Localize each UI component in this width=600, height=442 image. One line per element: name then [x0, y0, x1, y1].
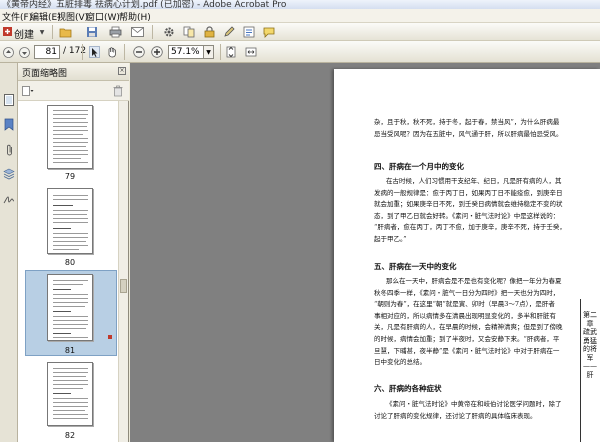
email-icon[interactable]: [130, 25, 144, 39]
menu-file[interactable]: 文件(F): [2, 10, 32, 23]
thumbnail-label: 82: [64, 431, 76, 440]
secure-lock-icon[interactable]: [202, 25, 216, 39]
navigation-toolbar: / 172 ▼: [0, 41, 600, 63]
pdf-page: 杂，且于秋，秋不死，持于冬，起于春，禁当风”，为什么肝病最 忌当受风呢？因为在五…: [334, 69, 600, 442]
review-comment-icon[interactable]: [262, 25, 276, 39]
text-line: 忌当受风呢？因为在五脏中，风气通于肝，所以肝病最怕忌受风。: [374, 129, 563, 138]
text-line: 秋冬四季一样，《素问・脏气一日分为四时》把一天也分为四时，: [374, 288, 560, 297]
forms-icon[interactable]: [242, 25, 256, 39]
thumbnail-page-82[interactable]: [47, 362, 93, 426]
sign-pen-icon[interactable]: [222, 25, 236, 39]
menu-window[interactable]: 窗口(W): [86, 10, 120, 23]
save-icon[interactable]: [85, 25, 99, 39]
text-line: 杂，且于秋，秋不死，持于冬，起于春，禁当风”，为什么肝病最: [374, 118, 560, 126]
menu-help[interactable]: 帮助(H): [119, 10, 151, 23]
thumbnails-pane-title: 页面缩略图: [22, 69, 68, 79]
bookmarks-tab-icon[interactable]: [2, 117, 16, 131]
fit-page-icon[interactable]: [224, 45, 238, 59]
layers-tab-icon[interactable]: [2, 167, 16, 181]
paragraph-section-4: 在古时候，人们习惯用干支纪年、纪日，凡是肝有病的人，其 发病的一般规律是：愈于丙…: [374, 176, 574, 246]
text-line: 起于甲乙。”: [374, 234, 407, 243]
current-view-marker: [108, 335, 112, 339]
paragraph-intro: 杂，且于秋，秋不死，持于冬，起于春，禁当风”，为什么肝病最 忌当受风呢？因为在五…: [374, 117, 574, 140]
zoom-out-icon[interactable]: [132, 45, 146, 59]
toolbar-divider: [124, 44, 125, 60]
open-folder-icon[interactable]: [58, 25, 72, 39]
page-number-input[interactable]: [34, 45, 60, 59]
text-line: 关，凡是有肝病的人，在早晨的时候，会精神清爽；但是到了傍晚: [374, 323, 563, 332]
thumbnail-page-80[interactable]: [47, 188, 93, 254]
fit-width-icon[interactable]: [244, 45, 258, 59]
thumbnails-pane-header: 页面缩略图 ×: [18, 63, 129, 81]
print-icon[interactable]: [108, 25, 122, 39]
thumbnails-options-bar: [18, 81, 129, 101]
title-bar: 《黄帝内经》五脏排毒 祛病心计划.pdf (已加密) - Adobe Acrob…: [0, 0, 600, 9]
text-line: 旦慧，下晡甚，夜半静”是《素问・脏气法时论》中对于肝病在一: [374, 346, 560, 355]
chapter-side-header: 第二章 疏武勇猛的将军——肝: [583, 311, 597, 379]
zoom-level-input[interactable]: [168, 45, 204, 59]
combine-files-icon[interactable]: [182, 25, 196, 39]
toolbar-divider: [52, 25, 53, 39]
section-heading-4: 四、肝病在一个月中的变化: [374, 162, 464, 171]
side-header-rule: [580, 299, 581, 442]
next-page-icon[interactable]: [18, 45, 30, 59]
delete-page-trash-icon[interactable]: [111, 84, 125, 98]
text-line: 就会加重；如果庚辛日不死，到壬癸日病情就会维持稳定不变的状: [374, 200, 563, 209]
menu-bar: 文件(F) 编辑(E) 视图(V) 窗口(W) 帮助(H): [0, 9, 600, 23]
settings-gear-icon[interactable]: [162, 25, 176, 39]
thumbnail-label: 81: [64, 346, 76, 355]
thumbnail-label: 79: [64, 172, 76, 181]
toolbar-divider: [82, 44, 83, 60]
attachments-paperclip-icon[interactable]: [2, 143, 16, 157]
thumbnail-page-79[interactable]: [47, 105, 93, 169]
text-line: “朝则为春”，在这里“朝”就是寅、卯时（早晨3～7点），是肝者: [374, 300, 555, 309]
menu-view[interactable]: 视图(V): [57, 10, 88, 23]
previous-page-icon[interactable]: [2, 45, 14, 59]
text-line: 《素问・脏气法时论》中黄帝在和岐伯讨论医学问题时，除了: [386, 400, 562, 408]
text-line: 讨论了肝病的变化规律，还讨论了肝病的具体临床表现。: [374, 411, 537, 420]
navigation-panel-tabs: [0, 63, 18, 442]
options-menu-icon[interactable]: [21, 84, 35, 98]
text-line: “肝病者，愈在丙丁，丙丁不愈，加于庚辛，庚辛不死，持于壬癸，: [374, 223, 566, 232]
text-line: 事相对应的，所以病情多在清晨出现明显变化的，多半和肝脏有: [374, 311, 556, 320]
zoom-in-icon[interactable]: [150, 45, 164, 59]
close-pane-icon[interactable]: ×: [118, 67, 126, 75]
tasks-toolbar: 创建 ▼: [0, 23, 600, 41]
chevron-down-icon[interactable]: ▼: [38, 27, 46, 37]
toolbar-divider: [152, 25, 153, 39]
paragraph-section-6: 《素问・脏气法时论》中黄帝在和岐伯讨论医学问题时，除了 讨论了肝病的变化规律，还…: [374, 399, 574, 422]
create-button[interactable]: 创建: [14, 26, 34, 41]
window-title: 《黄帝内经》五脏排毒 祛病心计划.pdf (已加密) - Adobe Acrob…: [2, 0, 287, 9]
scrollbar-thumb[interactable]: [120, 279, 127, 293]
thumbnails-scrollbar[interactable]: [118, 101, 128, 442]
signatures-tab-icon[interactable]: [2, 193, 16, 207]
thumbnail-label: 80: [64, 258, 76, 267]
document-viewport[interactable]: 杂，且于秋，秋不死，持于冬，起于春，禁当风”，为什么肝病最 忌当受风呢？因为在五…: [130, 63, 600, 442]
text-line: 那么在一天中，肝病会是不是也有变化呢？像把一年分为春夏: [386, 277, 562, 285]
text-line: 日中变化的总结。: [374, 358, 426, 367]
text-line: 态，到了甲乙日就会好转。《素问・脏气法时论》中是这样说的：: [374, 211, 560, 220]
select-cursor-icon[interactable]: [87, 45, 101, 59]
paragraph-section-5: 那么在一天中，肝病会是不是也有变化呢？像把一年分为春夏 秋冬四季一样，《素问・脏…: [374, 276, 574, 369]
zoom-dropdown-chevron-icon[interactable]: ▼: [204, 45, 214, 59]
thumbnail-page-81[interactable]: [47, 274, 93, 341]
text-line: 的时候，病情会加重；到了半夜时，又会安静下来。“肝病者，平: [374, 334, 560, 343]
create-icon: [2, 26, 13, 37]
text-line: 发病的一般规律是：愈于丙丁日，如果丙丁日不能痊愈，到庚辛日: [374, 188, 563, 197]
section-heading-5: 五、肝病在一天中的变化: [374, 262, 457, 271]
text-line: 在古时候，人们习惯用干支纪年、纪日，凡是肝有病的人，其: [386, 177, 562, 185]
section-heading-6: 六、肝病的各种症状: [374, 384, 442, 393]
toolbar-divider: [220, 44, 221, 60]
hand-tool-icon[interactable]: [105, 45, 119, 59]
page-thumbnails-tab-icon[interactable]: [2, 93, 16, 107]
